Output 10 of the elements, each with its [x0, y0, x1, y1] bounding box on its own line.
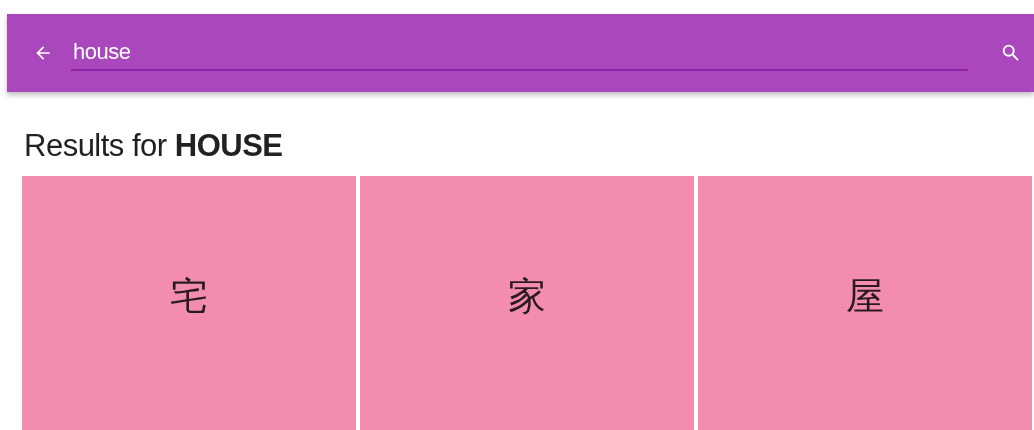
- search-input[interactable]: house: [73, 39, 966, 65]
- result-tile[interactable]: 宅: [22, 176, 356, 430]
- results-heading: Results for HOUSE: [24, 128, 284, 164]
- search-icon: [1000, 42, 1022, 64]
- search-field[interactable]: house: [71, 35, 968, 71]
- result-character: 家: [508, 272, 546, 320]
- result-character: 屋: [846, 272, 884, 320]
- result-character: 宅: [170, 272, 208, 320]
- result-tile[interactable]: 家: [360, 176, 694, 430]
- result-tile[interactable]: 屋: [698, 176, 1032, 430]
